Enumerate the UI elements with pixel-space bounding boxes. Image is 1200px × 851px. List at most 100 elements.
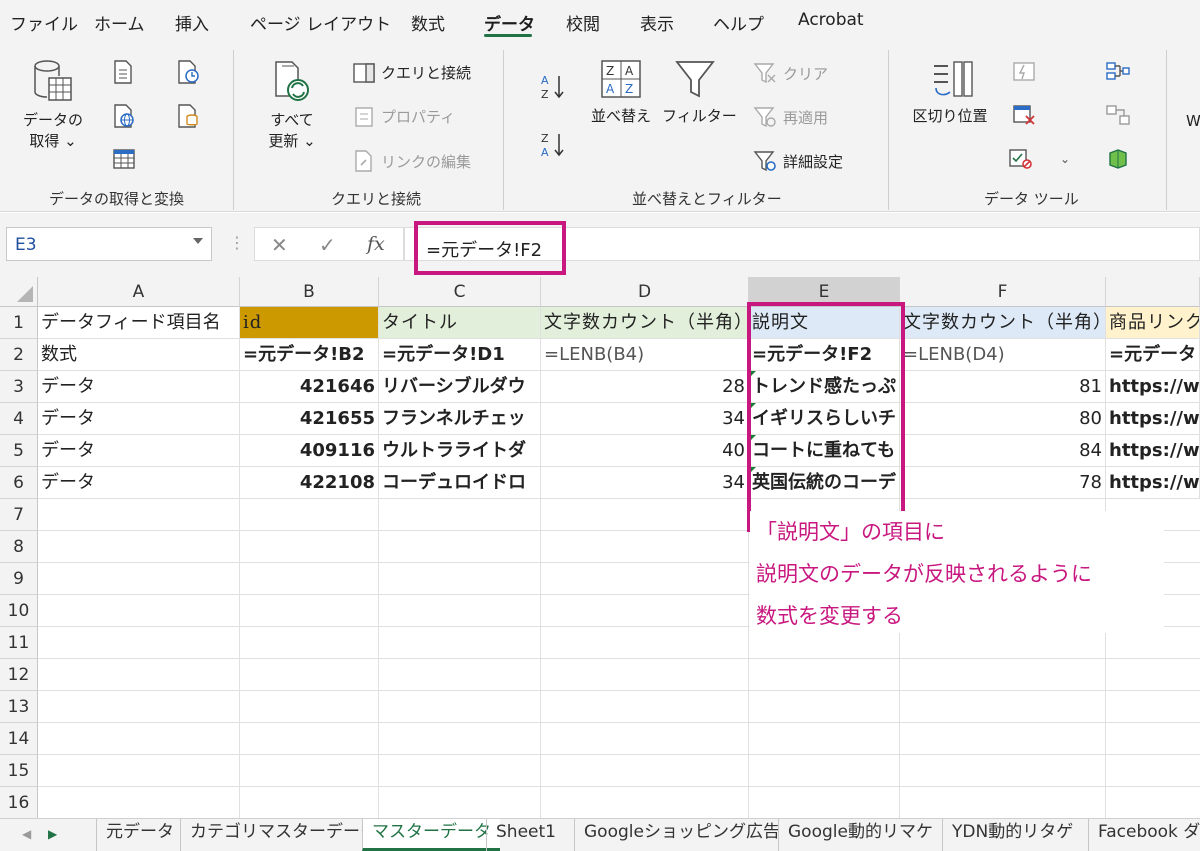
- sheet-tab-facebook[interactable]: Facebook ダ: [1088, 819, 1200, 851]
- reapply-button[interactable]: 再適用: [753, 106, 828, 128]
- consolidate-button[interactable]: [1106, 60, 1130, 82]
- cell-b3[interactable]: 421646: [240, 371, 379, 403]
- cell-e5[interactable]: コートに重ねても: [749, 435, 900, 467]
- row-header[interactable]: 6: [0, 467, 38, 499]
- cell-f6[interactable]: 78: [900, 467, 1106, 499]
- sheet-tab-ydn-retargeting[interactable]: YDN動的リタゲ: [942, 819, 1082, 851]
- queries-connections-button[interactable]: クエリと接続: [353, 62, 471, 83]
- sheet-tab-sheet1[interactable]: Sheet1: [486, 819, 565, 851]
- clear-filter-button[interactable]: クリア: [753, 62, 828, 84]
- recent-sources-button[interactable]: [176, 60, 200, 84]
- cell-b6[interactable]: 422108: [240, 467, 379, 499]
- row-header[interactable]: 5: [0, 435, 38, 467]
- cell-f3[interactable]: 81: [900, 371, 1106, 403]
- tab-page-layout[interactable]: ページ レイアウト: [250, 10, 391, 35]
- tab-acrobat[interactable]: Acrobat: [798, 10, 864, 30]
- column-header-d[interactable]: D: [541, 277, 749, 307]
- from-web-button[interactable]: [112, 104, 136, 128]
- cell-c6[interactable]: コーデュロイドロ: [379, 467, 541, 499]
- cell-d4[interactable]: 34: [541, 403, 749, 435]
- row-header[interactable]: 10: [0, 595, 38, 627]
- sheet-tab-master-data[interactable]: マスターデータ: [362, 819, 500, 851]
- cell-b5[interactable]: 409116: [240, 435, 379, 467]
- row-header[interactable]: 11: [0, 627, 38, 659]
- text-to-columns-button[interactable]: 区切り位置: [910, 58, 990, 127]
- tab-insert[interactable]: 挿入: [175, 10, 209, 35]
- cell-e3[interactable]: トレンド感たっぷ: [749, 371, 900, 403]
- sheet-tab-google-shopping[interactable]: Googleショッピング広告: [574, 819, 789, 851]
- from-text-button[interactable]: [112, 60, 134, 84]
- row-header[interactable]: 7: [0, 499, 38, 531]
- cell-c1[interactable]: タイトル: [379, 307, 541, 339]
- flash-fill-button[interactable]: [1012, 60, 1036, 82]
- column-header-g[interactable]: [1106, 277, 1200, 307]
- cell-g5[interactable]: https://w: [1106, 435, 1200, 467]
- column-header-b[interactable]: B: [240, 277, 379, 307]
- tab-data[interactable]: データ: [484, 10, 535, 35]
- row-header[interactable]: 4: [0, 403, 38, 435]
- sheet-tab-category-master[interactable]: カテゴリマスターデータ: [180, 819, 386, 851]
- data-validation-button[interactable]: ⌄: [1008, 148, 1070, 170]
- enter-icon[interactable]: ✓: [319, 233, 336, 257]
- cell-d1[interactable]: 文字数カウント（半角）: [541, 307, 749, 339]
- cell-g6[interactable]: https://w: [1106, 467, 1200, 499]
- sheet-tab-google-remarketing[interactable]: Google動的リマケ: [778, 819, 942, 851]
- row-header[interactable]: 8: [0, 531, 38, 563]
- sort-ascending-button[interactable]: AZ: [540, 72, 566, 102]
- column-header-e[interactable]: E: [749, 277, 900, 307]
- cell-e6[interactable]: 英国伝統のコーデ: [749, 467, 900, 499]
- cell-a5[interactable]: データ: [38, 435, 240, 467]
- cell-a1[interactable]: データフィード項目名: [38, 307, 240, 339]
- row-header[interactable]: 3: [0, 371, 38, 403]
- row-header[interactable]: 15: [0, 755, 38, 787]
- tab-file[interactable]: ファイル: [10, 10, 78, 35]
- cell-a2[interactable]: 数式: [38, 339, 240, 371]
- row-header[interactable]: 12: [0, 659, 38, 691]
- cell-g1[interactable]: 商品リンク: [1106, 307, 1200, 339]
- cell-d3[interactable]: 28: [541, 371, 749, 403]
- properties-button[interactable]: プロパティ: [353, 106, 455, 127]
- cell-f4[interactable]: 80: [900, 403, 1106, 435]
- tab-review[interactable]: 校閲: [566, 10, 600, 35]
- row-header[interactable]: 2: [0, 339, 38, 371]
- filter-button[interactable]: フィルター: [662, 58, 737, 127]
- row-header[interactable]: 1: [0, 307, 38, 339]
- cell-c4[interactable]: フランネルチェッ: [379, 403, 541, 435]
- name-box[interactable]: E3: [6, 227, 212, 261]
- next-sheet-icon[interactable]: ▶: [48, 827, 57, 841]
- cell-a4[interactable]: データ: [38, 403, 240, 435]
- tab-home[interactable]: ホーム: [94, 10, 145, 35]
- cell-c2[interactable]: =元データ!D1: [379, 339, 541, 371]
- tab-help[interactable]: ヘルプ: [713, 10, 764, 35]
- row-header[interactable]: 14: [0, 723, 38, 755]
- cell-a6[interactable]: データ: [38, 467, 240, 499]
- cell-b2[interactable]: =元データ!B2: [240, 339, 379, 371]
- chevron-down-icon[interactable]: ⌄: [1060, 152, 1070, 166]
- cell-e2[interactable]: =元データ!F2: [749, 339, 900, 371]
- row-header[interactable]: 16: [0, 787, 38, 818]
- row-header[interactable]: 9: [0, 563, 38, 595]
- row-header[interactable]: 13: [0, 691, 38, 723]
- cell-g4[interactable]: https://w: [1106, 403, 1200, 435]
- refresh-all-button[interactable]: すべて 更新 ⌄: [259, 58, 325, 152]
- cell-d5[interactable]: 40: [541, 435, 749, 467]
- chevron-down-icon[interactable]: [193, 238, 203, 244]
- cell-d6[interactable]: 34: [541, 467, 749, 499]
- cell-f1[interactable]: 文字数カウント（半角）: [900, 307, 1106, 339]
- more-options-icon[interactable]: ⋮: [229, 233, 245, 252]
- column-header-c[interactable]: C: [379, 277, 541, 307]
- sort-button[interactable]: Z A A Z 並べ替え: [588, 58, 654, 127]
- data-model-button[interactable]: [1106, 148, 1130, 170]
- insert-function-icon[interactable]: fx: [367, 233, 385, 255]
- cell-f5[interactable]: 84: [900, 435, 1106, 467]
- cell-g2[interactable]: =元データ: [1106, 339, 1200, 371]
- cell-b4[interactable]: 421655: [240, 403, 379, 435]
- tab-formulas[interactable]: 数式: [411, 10, 445, 35]
- sort-descending-button[interactable]: ZA: [540, 130, 566, 160]
- cell-d2[interactable]: =LENB(B4): [541, 339, 749, 371]
- cell-f2[interactable]: =LENB(D4): [900, 339, 1106, 371]
- edit-links-button[interactable]: リンクの編集: [353, 150, 471, 172]
- prev-sheet-icon[interactable]: ◀: [22, 827, 31, 841]
- get-data-button[interactable]: データの 取得 ⌄: [22, 58, 84, 152]
- relationships-button[interactable]: [1106, 104, 1130, 126]
